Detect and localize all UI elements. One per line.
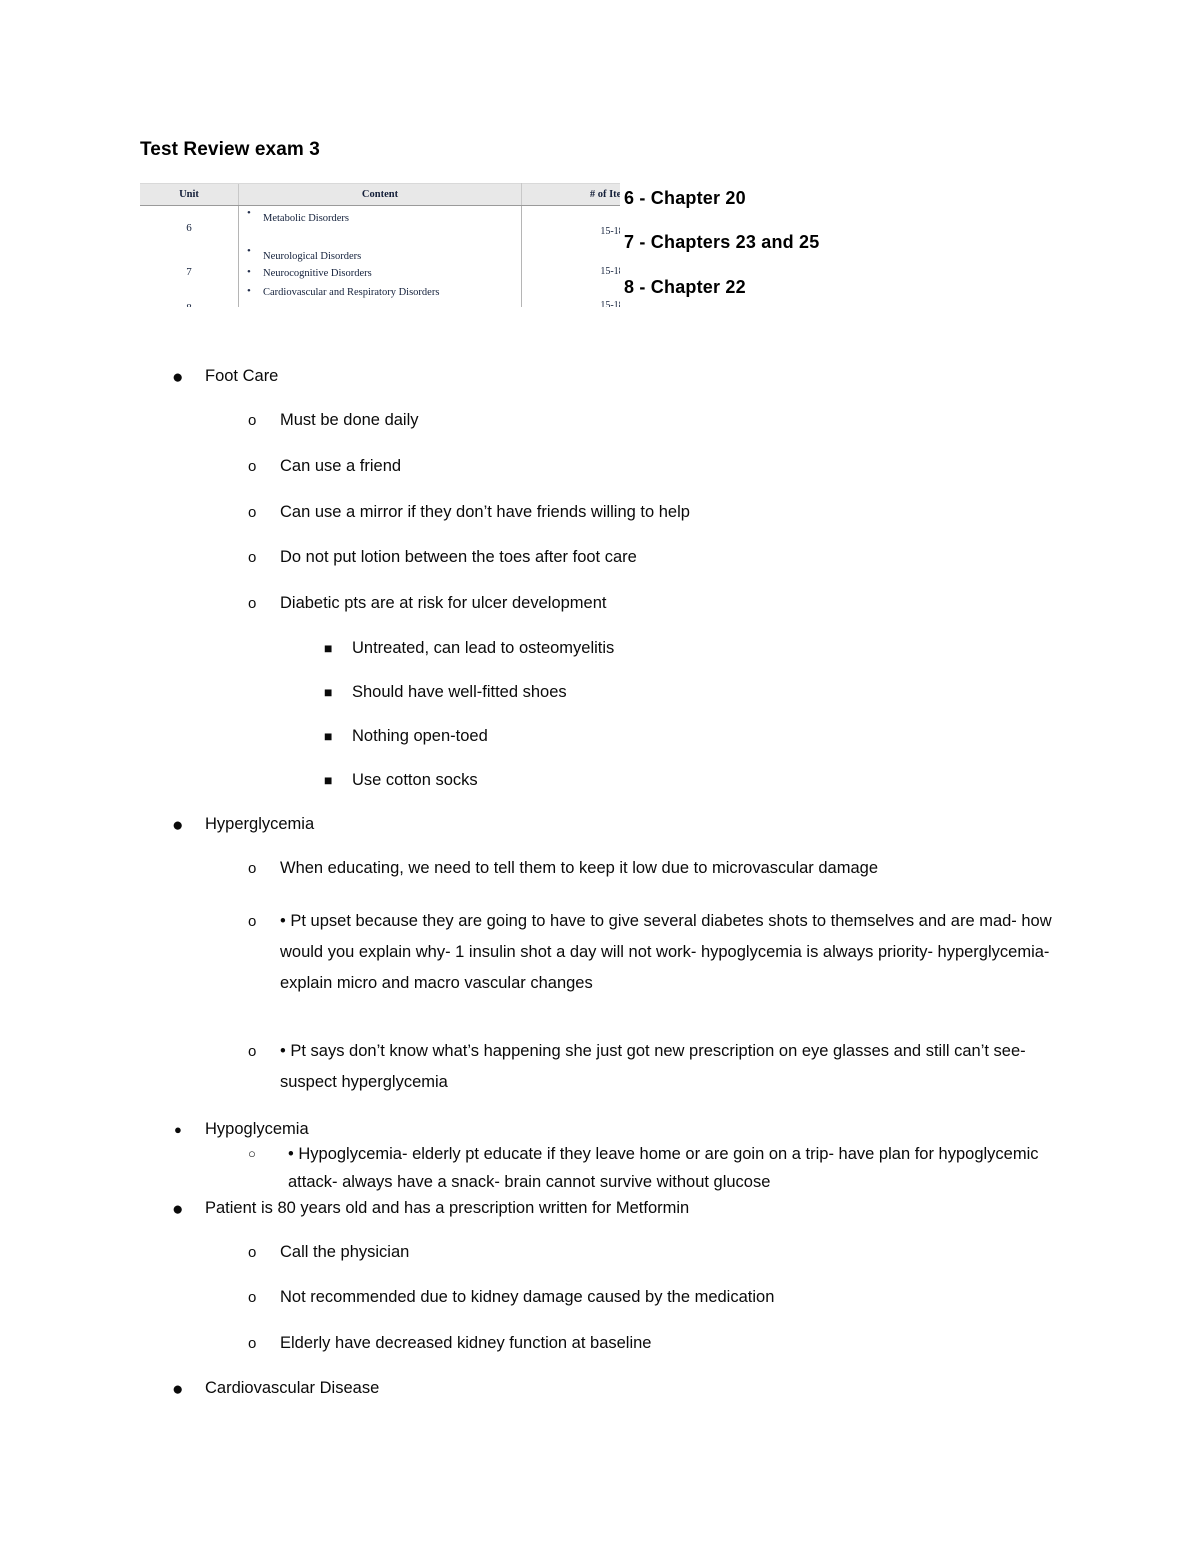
- cell-unit: 8: [140, 284, 239, 307]
- list-item: ■ Untreated, can lead to osteomyelitis: [324, 633, 1052, 664]
- bullet-filled-circle-icon: ●: [172, 367, 184, 388]
- column-header-items: # of Items: [521, 183, 620, 206]
- list-item: o Elderly have decreased kidney function…: [248, 1328, 1060, 1359]
- document-page: Test Review exam 3 Unit Content # of Ite…: [0, 0, 1200, 1553]
- bullet-o-icon: o: [248, 1289, 257, 1306]
- list-item-label: • Pt says don’t know what’s happening sh…: [280, 1042, 1026, 1091]
- cell-content: Cardiovascular and Respiratory Disorders: [238, 283, 522, 307]
- list-item-label: Patient is 80 years old and has a prescr…: [205, 1199, 690, 1217]
- list-item: ■ Should have well-fitted shoes: [324, 677, 1052, 708]
- chapter-note-unit-8: 8 - Chapter 22: [624, 277, 746, 297]
- bullet-o-icon: o: [248, 913, 257, 930]
- cell-items: 15-18: [522, 244, 620, 284]
- list-item-label: Untreated, can lead to osteomyelitis: [352, 639, 615, 657]
- list-item-foot-care: ● Foot Care: [172, 361, 1125, 392]
- chapter-note-unit-6: 6 - Chapter 20: [624, 188, 746, 208]
- content-bullet: Cardiovascular and Respiratory Disorders: [239, 283, 521, 301]
- list-item: o Can use a mirror if they don’t have fr…: [248, 497, 1060, 528]
- bullet-o-icon: o: [248, 412, 257, 429]
- bullet-filled-circle-icon: ●: [172, 815, 184, 836]
- bullet-square-icon: ■: [324, 728, 333, 744]
- list-item-cardiovascular-disease: ● Cardiovascular Disease: [172, 1373, 1125, 1404]
- cell-content: Neurological Disorders Neurocognitive Di…: [238, 243, 522, 284]
- cell-unit: 6: [140, 206, 239, 245]
- chapter-note-unit-7: 7 - Chapters 23 and 25: [624, 232, 820, 252]
- bullet-filled-circle-icon: ●: [172, 1199, 184, 1220]
- list-item-label: Hyperglycemia: [205, 815, 315, 833]
- bullet-square-icon: ■: [324, 640, 333, 656]
- list-item-label: Can use a friend: [280, 457, 402, 475]
- list-item: ○ • Hypoglycemia- elderly pt educate if …: [248, 1140, 1050, 1196]
- column-header-unit: Unit: [140, 183, 239, 206]
- list-item-label: When educating, we need to tell them to …: [280, 859, 878, 877]
- list-item-label: Call the physician: [280, 1243, 410, 1261]
- bullet-o-icon: o: [248, 595, 257, 612]
- bullet-o-icon: o: [248, 549, 257, 566]
- unit-number: 8: [140, 284, 238, 307]
- list-item-hyperglycemia: ● Hyperglycemia: [172, 809, 1125, 840]
- list-item-label: • Pt upset because they are going to hav…: [280, 912, 1052, 992]
- list-item-label: Can use a mirror if they don’t have frie…: [280, 503, 690, 521]
- list-item-label: Cardiovascular Disease: [205, 1379, 380, 1397]
- list-item-label: Should have well-fitted shoes: [352, 683, 567, 701]
- unit-content-table: Unit Content # of Items 6 Metabolic Diso…: [140, 183, 620, 307]
- cell-items: 15-18: [522, 206, 620, 245]
- bullet-square-icon: ■: [324, 772, 333, 788]
- items-count: 15-18: [600, 266, 620, 277]
- table-header-row: Unit Content # of Items: [140, 183, 620, 206]
- list-item: o • Pt says don’t know what’s happening …: [248, 1036, 1062, 1098]
- list-item: o Not recommended due to kidney damage c…: [248, 1282, 1060, 1313]
- list-item: ■ Use cotton socks: [324, 765, 1052, 796]
- list-item: o Must be done daily: [248, 405, 1060, 436]
- bullet-hollow-circle-icon: ○: [248, 1146, 256, 1161]
- list-item-metformin: ● Patient is 80 years old and has a pres…: [172, 1193, 1125, 1224]
- list-item-label: Foot Care: [205, 367, 279, 385]
- bullet-o-icon: o: [248, 1335, 257, 1352]
- cell-unit: 7: [140, 244, 239, 284]
- list-item: o Diabetic pts are at risk for ulcer dev…: [248, 588, 1060, 619]
- bullet-o-icon: o: [248, 504, 257, 521]
- page-title: Test Review exam 3: [140, 139, 320, 160]
- bullet-o-icon: o: [248, 1244, 257, 1261]
- bullet-o-icon: o: [248, 458, 257, 475]
- list-item: o Call the physician: [248, 1237, 1060, 1268]
- list-item: o When educating, we need to tell them t…: [248, 853, 1060, 884]
- bullet-o-icon: o: [248, 1043, 257, 1060]
- content-bullet: Neurocognitive Disorders: [239, 264, 521, 282]
- list-item: o • Pt upset because they are going to h…: [248, 906, 1052, 999]
- list-item: o Do not put lotion between the toes aft…: [248, 542, 1060, 573]
- table-row: 6 Metabolic Disorders 15-18: [140, 205, 620, 245]
- list-item-label: Diabetic pts are at risk for ulcer devel…: [280, 594, 607, 612]
- content-bullet: Metabolic Disorders: [239, 205, 521, 227]
- list-item-label: Elderly have decreased kidney function a…: [280, 1334, 652, 1352]
- content-bullet: Neurological Disorders: [239, 243, 521, 265]
- list-item-label: Use cotton socks: [352, 771, 478, 789]
- bullet-o-icon: o: [248, 860, 257, 877]
- cell-items: 15-18: [522, 284, 620, 307]
- unit-number: 6: [186, 222, 192, 234]
- unit-number: 7: [186, 266, 192, 278]
- list-item-label: Not recommended due to kidney damage cau…: [280, 1288, 775, 1306]
- items-count: 15-18: [600, 300, 620, 307]
- list-item: o Can use a friend: [248, 451, 1060, 482]
- table-row: 7 Neurological Disorders Neurocognitive …: [140, 243, 620, 284]
- list-item-label: • Hypoglycemia- elderly pt educate if th…: [288, 1145, 1039, 1191]
- table-row: 8 Cardiovascular and Respiratory Disorde…: [140, 283, 620, 307]
- list-item-label: Nothing open-toed: [352, 727, 488, 745]
- list-item-label: Do not put lotion between the toes after…: [280, 548, 637, 566]
- list-item: ■ Nothing open-toed: [324, 721, 1052, 752]
- bullet-square-icon: ■: [324, 684, 333, 700]
- items-count: 15-18: [600, 226, 620, 237]
- column-header-content: Content: [238, 183, 522, 206]
- cell-content: Metabolic Disorders: [238, 205, 522, 244]
- bullet-filled-circle-icon: ●: [172, 1379, 184, 1400]
- list-item-label: Must be done daily: [280, 411, 419, 429]
- bullet-filled-circle-icon: ●: [174, 1122, 182, 1137]
